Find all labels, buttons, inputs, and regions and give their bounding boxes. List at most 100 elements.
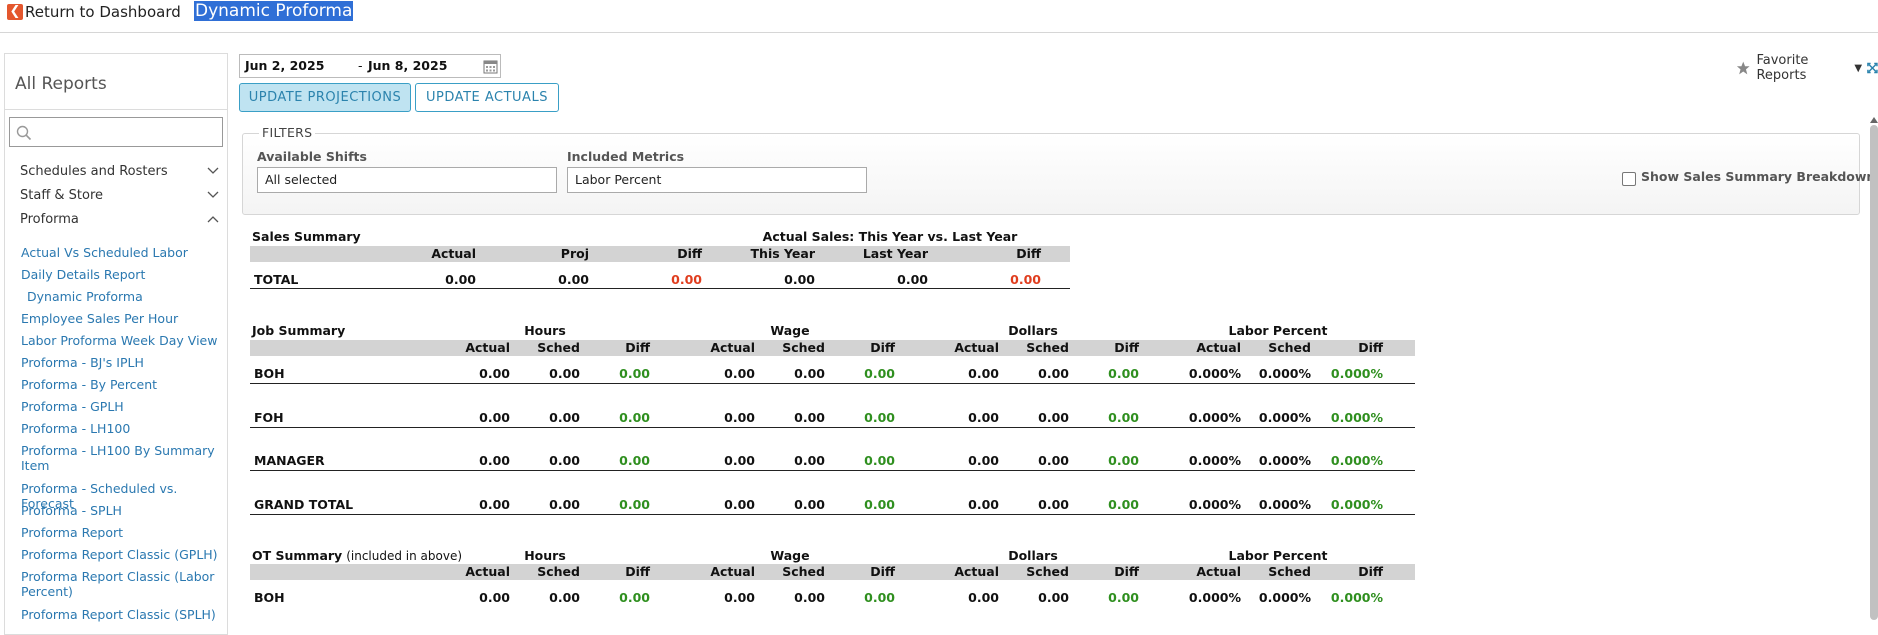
available-shifts-select[interactable]: All selected: [257, 167, 557, 193]
page-title: Dynamic Proforma: [194, 1, 354, 21]
return-to-dashboard-link[interactable]: ❮ Return to Dashboard: [7, 3, 181, 21]
update-actuals-button[interactable]: UPDATE ACTUALS: [415, 83, 559, 112]
date-separator: -: [358, 58, 363, 73]
table-cell: 0.000%: [1258, 453, 1311, 468]
row-label: BOH: [254, 590, 285, 605]
sidebar-link[interactable]: Employee Sales Per Hour: [21, 311, 221, 326]
report-search-input[interactable]: [9, 117, 223, 147]
category-staff-and-store[interactable]: Staff & Store: [20, 188, 220, 203]
table-cell-diff: 0.00: [864, 366, 895, 381]
sidebar-link[interactable]: Proforma - LH100 By Summary Item: [21, 443, 221, 473]
category-label: Proforma: [20, 212, 79, 227]
col-header: This Year: [750, 246, 815, 261]
group-header: Hours: [524, 548, 566, 563]
table-cell: 0.000%: [1188, 453, 1241, 468]
ot-summary-title: OT Summary: [252, 548, 343, 563]
filters-legend: FILTERS: [259, 125, 316, 140]
job-summary-title: Job Summary: [252, 323, 346, 338]
sales-summary-title: Sales Summary: [252, 229, 361, 244]
sidebar-link[interactable]: Proforma - GPLH: [21, 399, 221, 414]
row-label: BOH: [254, 366, 285, 381]
table-cell-diff: 0.00: [619, 453, 650, 468]
favorite-reports-menu[interactable]: Favorite Reports ▼: [1736, 53, 1878, 83]
table-cell: 0.000%: [1258, 409, 1311, 425]
table-cell-diff: 0.000%: [1330, 409, 1383, 425]
ot-summary-title-wrap: OT Summary (included in above): [252, 548, 462, 563]
col-header: Sched: [537, 564, 580, 579]
col-header: Diff: [1016, 246, 1041, 261]
col-header: Actual: [954, 564, 999, 579]
favorite-reports-label: Favorite Reports: [1756, 53, 1809, 83]
table-cell: 0.00: [724, 590, 755, 605]
row-divider: [250, 470, 1415, 471]
col-header: Diff: [870, 340, 895, 355]
col-header: Sched: [782, 564, 825, 579]
table-cell: 0.00: [724, 409, 755, 425]
col-header: Sched: [1268, 340, 1311, 355]
group-header: Wage: [770, 548, 810, 563]
calendar-icon[interactable]: [483, 59, 498, 74]
update-projections-button[interactable]: UPDATE PROJECTIONS: [239, 83, 411, 112]
sidebar-title: All Reports: [15, 74, 107, 94]
table-cell: 0.00: [724, 453, 755, 468]
sidebar-link[interactable]: Proforma - SPLH: [21, 503, 221, 518]
col-header: Actual: [954, 340, 999, 355]
available-shifts-label: Available Shifts: [257, 149, 367, 164]
table-cell-diff: 0.00: [619, 496, 650, 512]
col-header: Actual: [1196, 340, 1241, 355]
table-cell: 0.00: [549, 409, 580, 425]
table-cell-diff: 0.00: [1108, 409, 1139, 425]
group-header: Labor Percent: [1228, 323, 1328, 338]
sidebar-link[interactable]: Proforma - BJ's IPLH: [21, 355, 221, 370]
table-cell: 0.00: [897, 272, 928, 287]
expand-icon[interactable]: [1867, 62, 1878, 74]
table-cell: 0.00: [794, 409, 825, 425]
reports-sidebar: All Reports Schedules and Rosters Staff …: [4, 53, 228, 635]
group-header: Hours: [524, 323, 566, 338]
col-header: Sched: [1026, 564, 1069, 579]
table-cell: 0.000%: [1188, 496, 1241, 512]
col-header: Actual: [710, 564, 755, 579]
table-cell-diff: 0.00: [619, 366, 650, 381]
scroll-up-arrow[interactable]: [1870, 117, 1878, 123]
table-cell: 0.00: [1038, 496, 1069, 512]
group-header: Wage: [770, 323, 810, 338]
col-header: Actual: [431, 246, 476, 261]
sidebar-link[interactable]: Proforma Report: [21, 525, 221, 540]
sidebar-link[interactable]: Proforma - LH100: [21, 421, 221, 436]
col-header: Last Year: [862, 246, 928, 261]
category-schedules-and-rosters[interactable]: Schedules and Rosters: [20, 164, 220, 179]
table-cell: 0.00: [968, 453, 999, 468]
sidebar-link[interactable]: Proforma Report Classic (GPLH): [21, 547, 221, 562]
col-header: Sched: [782, 340, 825, 355]
sidebar-link[interactable]: Labor Proforma Week Day View: [21, 333, 221, 348]
group-header: Dollars: [1008, 548, 1058, 563]
sales-breakdown-checkbox[interactable]: [1622, 172, 1636, 186]
table-cell-diff: 0.00: [1108, 453, 1139, 468]
included-metrics-select[interactable]: Labor Percent: [567, 167, 867, 193]
sidebar-link[interactable]: Proforma Report Classic (SPLH): [21, 607, 221, 622]
table-cell: 0.00: [1038, 366, 1069, 381]
col-header: Actual: [465, 564, 510, 579]
table-cell: 0.000%: [1188, 409, 1241, 425]
chevron-down-icon: [207, 167, 219, 174]
table-cell: 0.000%: [1258, 496, 1311, 512]
vertical-scrollbar[interactable]: [1870, 125, 1878, 620]
table-cell-diff: 0.00: [619, 409, 650, 425]
sidebar-link[interactable]: Proforma Report Classic (Labor Percent): [21, 569, 221, 599]
date-range-picker[interactable]: Jun 2, 2025 - Jun 8, 2025: [239, 54, 501, 78]
table-cell-diff: 0.00: [1010, 272, 1041, 287]
table-cell: 0.00: [479, 496, 510, 512]
sidebar-link[interactable]: Daily Details Report: [21, 267, 221, 282]
table-cell: 0.00: [549, 366, 580, 381]
table-cell-diff: 0.00: [619, 590, 650, 605]
category-label: Staff & Store: [20, 188, 104, 203]
category-proforma[interactable]: Proforma: [20, 212, 220, 227]
sidebar-link[interactable]: Actual Vs Scheduled Labor: [21, 245, 221, 260]
row-label: FOH: [254, 409, 284, 425]
sidebar-link[interactable]: Proforma - By Percent: [21, 377, 221, 392]
sidebar-link-active[interactable]: Dynamic Proforma: [27, 289, 227, 304]
col-header: Diff: [625, 564, 650, 579]
table-cell-diff: 0.00: [864, 453, 895, 468]
table-cell: 0.00: [479, 409, 510, 425]
